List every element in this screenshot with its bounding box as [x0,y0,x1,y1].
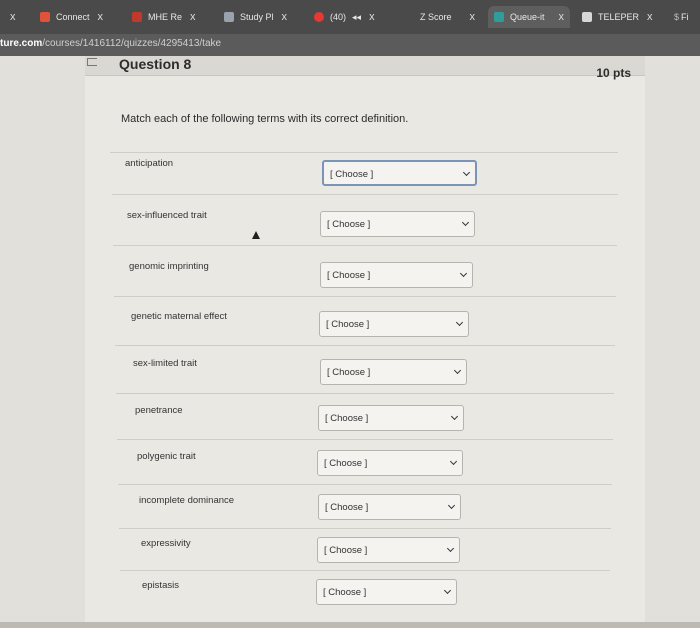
tab-label: Z Score [420,12,452,22]
chevron-down-icon [461,218,470,227]
study-icon [224,12,234,22]
flag-icon[interactable] [87,58,97,66]
tab-label: Queue-it [510,12,545,22]
select-value: [ Choose ] [327,270,371,281]
tab-youtube[interactable]: (40) ◂◂ x [314,6,375,28]
tab-label: Fi [681,12,689,22]
mhe-icon [132,12,142,22]
tab-mhe[interactable]: MHE Re x [132,6,196,28]
chevron-down-icon [450,412,459,421]
chevron-down-icon [449,457,458,466]
tab-label: MHE Re [148,12,183,22]
tab-study[interactable]: Study Pl x [224,6,287,28]
mouse-cursor-icon [252,231,260,239]
tab-close-icon[interactable]: x [647,11,653,23]
select-value: [ Choose ] [324,458,368,469]
match-select[interactable]: [ Choose ] [320,359,467,385]
row-divider [114,296,616,297]
row-divider [115,345,615,346]
chevron-down-icon [462,168,471,177]
tab-close-icon[interactable]: x [559,11,565,23]
tab-label: TELEPER [598,12,640,22]
tab-connect[interactable]: Connect x [40,6,103,28]
match-term: expressivity [141,538,191,549]
match-term: incomplete dominance [139,495,235,506]
chevron-down-icon [453,366,462,375]
row-divider [120,570,610,571]
row-divider [119,528,611,529]
dollar-icon: $ [674,12,680,22]
select-value: [ Choose ] [325,413,369,424]
match-select[interactable]: [ Choose ] [318,494,461,520]
select-value: [ Choose ] [327,219,371,230]
match-select[interactable]: [ Choose ] [320,262,473,288]
tab-label: Connect [56,12,90,22]
match-select[interactable]: [ Choose ] [318,405,464,431]
mail-icon [582,12,592,22]
match-term: anticipation [125,158,174,169]
match-term: genomic imprinting [129,261,209,272]
match-select[interactable]: [ Choose ] [320,211,475,237]
tab-teleper[interactable]: TELEPER x [582,6,653,28]
bottom-frame [0,622,700,628]
match-select[interactable]: [ Choose ] [317,537,460,563]
instruction-divider [110,152,618,153]
speaker-icon[interactable]: ◂◂ [352,12,361,23]
tab-queue-it[interactable]: Queue-it x [488,6,571,28]
youtube-icon [314,12,324,22]
tab-fi[interactable]: $ Fi [674,6,689,28]
tab-close-icon[interactable]: x [98,11,104,23]
match-select[interactable]: [ Choose ] [319,311,469,337]
chevron-down-icon [455,318,464,327]
connect-icon [40,12,50,22]
match-term: sex-influenced trait [127,210,207,221]
url-host: ture.com [0,38,43,49]
address-bar[interactable]: ture.com/courses/1416112/quizzes/4295413… [0,34,700,56]
question-points: 10 pts [596,66,631,80]
match-select[interactable]: [ Choose ] [317,450,463,476]
chevron-down-icon [459,269,468,278]
row-divider [112,194,618,195]
row-divider [113,245,617,246]
chevron-down-icon [447,501,456,510]
select-value: [ Choose ] [324,545,368,556]
match-term: sex-limited trait [133,358,197,369]
tab-close-icon[interactable]: x [369,11,375,23]
question-title: Question 8 [119,56,192,72]
browser-tab-bar: x Connect x MHE Re x Study Pl x (40) ◂◂ … [0,0,700,34]
match-term: polygenic trait [137,451,196,462]
select-value: [ Choose ] [327,367,371,378]
url-text[interactable]: ture.com/courses/1416112/quizzes/4295413… [0,38,221,49]
tab-close-icon[interactable]: x [470,11,476,23]
queue-icon [494,12,504,22]
match-select[interactable]: [ Choose ] [322,160,477,186]
chevron-down-icon [446,544,455,553]
chevron-down-icon [443,586,452,595]
match-term: epistasis [142,580,179,591]
tab-zscore[interactable]: Z Score x [420,6,475,28]
select-value: [ Choose ] [326,319,370,330]
url-path: /courses/1416112/quizzes/4295413/take [42,38,222,49]
tab-label: (40) [330,12,347,22]
match-select[interactable]: [ Choose ] [316,579,457,605]
row-divider [116,393,614,394]
question-header: Question 8 10 pts [85,56,645,80]
select-value: [ Choose ] [325,502,369,513]
tab-partial[interactable]: x [2,6,16,28]
row-divider [117,439,613,440]
question-instruction: Match each of the following terms with i… [121,113,409,125]
tab-close-icon[interactable]: x [190,11,196,23]
tab-close-icon[interactable]: x [282,11,288,23]
match-term: genetic maternal effect [131,311,227,322]
select-value: [ Choose ] [330,169,374,180]
tab-close-icon[interactable]: x [10,11,16,23]
match-term: penetrance [135,405,183,416]
tab-label: Study Pl [240,12,274,22]
select-value: [ Choose ] [323,587,367,598]
row-divider [118,484,612,485]
